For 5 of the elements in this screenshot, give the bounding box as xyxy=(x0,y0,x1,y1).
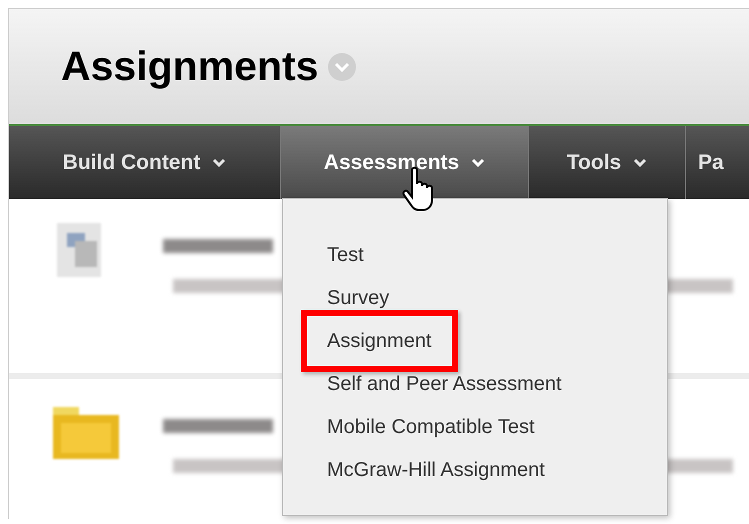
page-title: Assignments xyxy=(61,46,318,87)
nav-tab[interactable]: Pa xyxy=(686,126,749,199)
menu-item[interactable]: Assignment xyxy=(301,310,458,372)
nav-tab[interactable]: Assessments xyxy=(281,126,529,199)
caret-icon[interactable] xyxy=(328,52,356,80)
